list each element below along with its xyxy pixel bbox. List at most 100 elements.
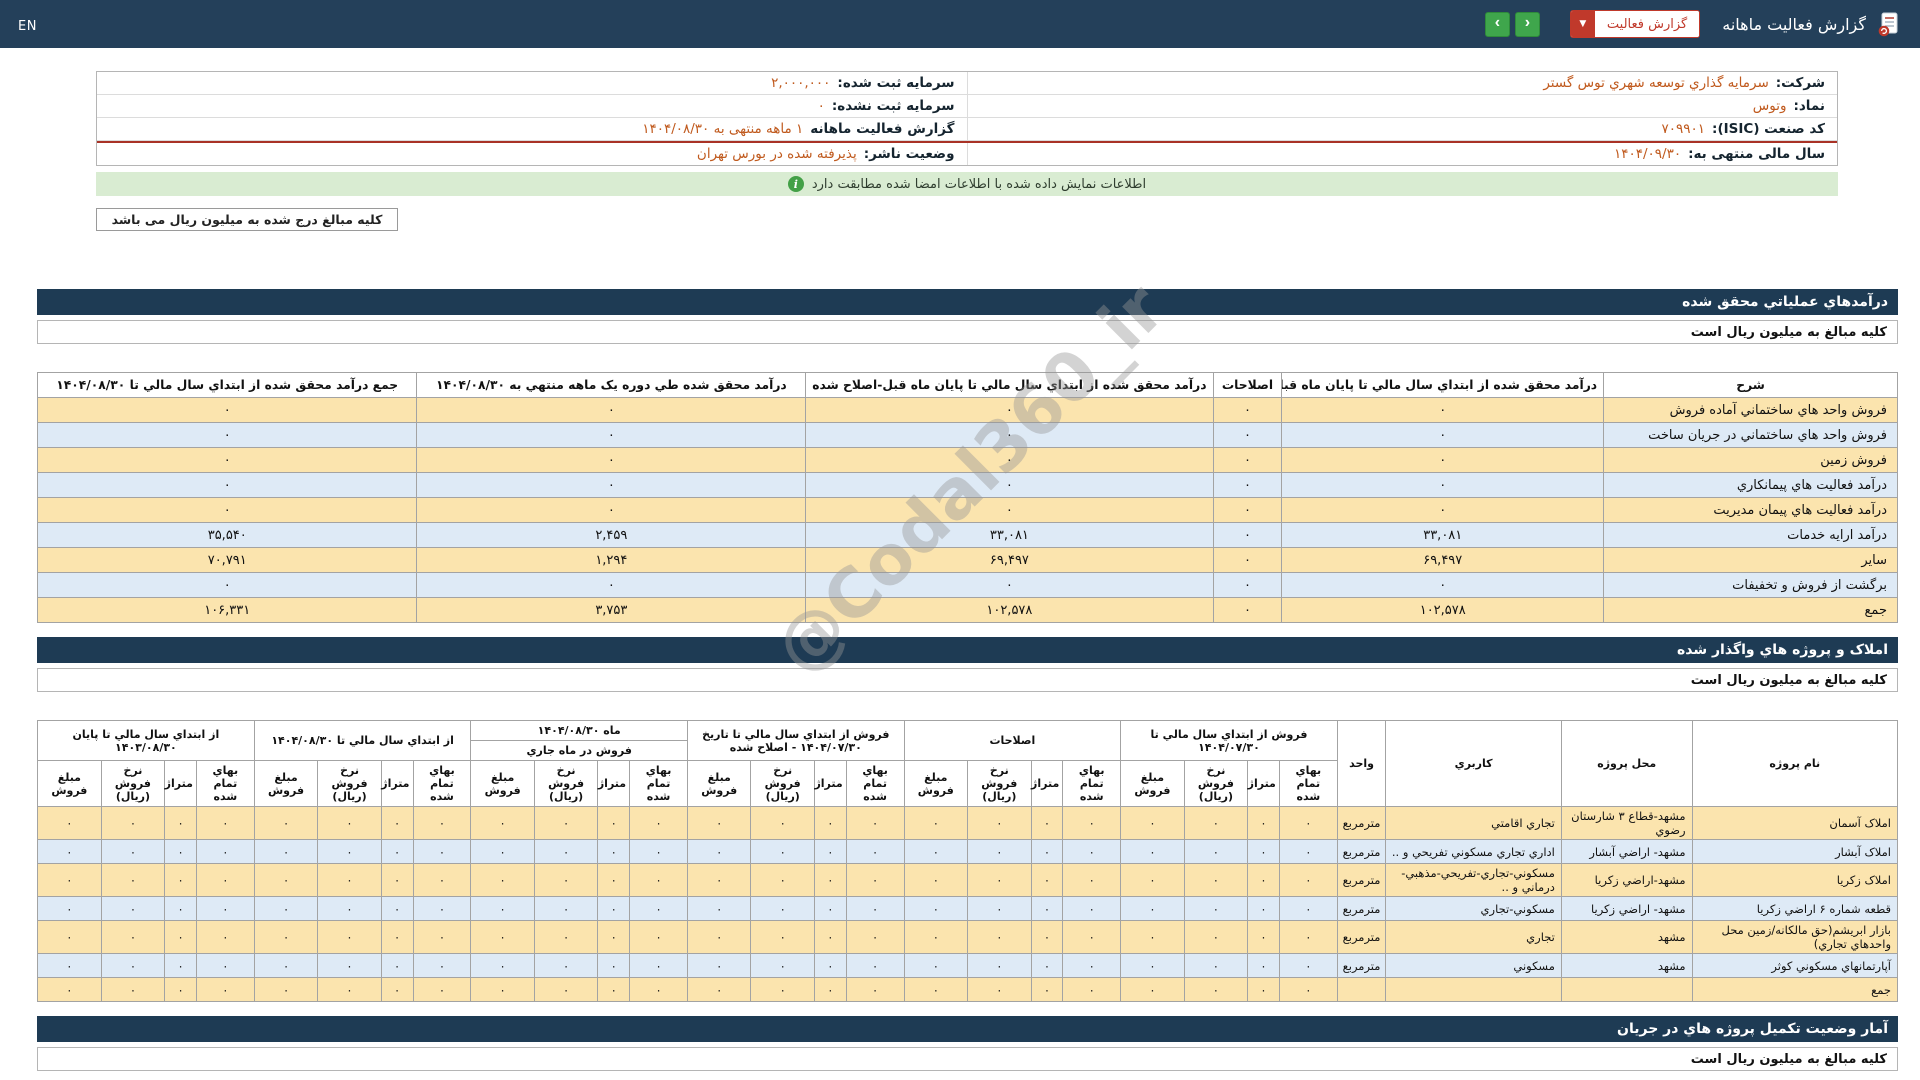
column-header: کاربري xyxy=(1386,721,1562,807)
column-subheader: نرخ فروش (ریال) xyxy=(318,761,381,807)
cell-value: ۰ xyxy=(165,954,197,978)
column-subheader: نرخ فروش (ریال) xyxy=(751,761,814,807)
cell-value: ۰ xyxy=(165,921,197,954)
cell-value: ۰ xyxy=(1063,864,1121,897)
cell-value: ۰ xyxy=(101,897,164,921)
cell-value: ۰ xyxy=(413,864,471,897)
table-row: املاک آسمانمشهد-قطاع ۳ شارستان رضويتجاري… xyxy=(38,807,1898,840)
cell-value: ۰ xyxy=(1184,954,1247,978)
cell-value: ۰ xyxy=(1184,897,1247,921)
previous-report-button[interactable]: ‹ xyxy=(1485,12,1510,37)
cell-value: ۶۹,۴۹۷ xyxy=(1282,548,1604,573)
field-label: کد صنعت (ISIC): xyxy=(1712,121,1825,137)
company-field: گزارش فعالیت ماهانه ۱ ماهه منتهی به ۱۴۰۴… xyxy=(97,118,968,140)
cell-value: ۰ xyxy=(751,978,814,1002)
cell-value: ۰ xyxy=(1279,864,1337,897)
cell-value: ۰ xyxy=(751,807,814,840)
report-navigation: ‹ › xyxy=(1485,12,1540,37)
table-row: املاک زکریامشهد-اراضي زکریامسکوني-تجاري-… xyxy=(38,864,1898,897)
cell-value: ۰ xyxy=(751,864,814,897)
cell-value: ۰ xyxy=(101,807,164,840)
project-name: آپارتمانهاي مسکوني کوثر xyxy=(1692,954,1897,978)
cell-value: ۰ xyxy=(38,573,417,598)
column-header: درآمد محقق شده طي دوره یک ماهه منتهي به … xyxy=(417,373,806,398)
table-row: درآمد فعالیت هاي پیمانکاري۰۰۰۰۰ xyxy=(38,473,1898,498)
transferred-properties-table: نام پروژهمحل پروژهکاربريواحدفروش از ابتد… xyxy=(37,720,1898,1002)
cell-value: ۰ xyxy=(417,473,806,498)
cell-value: ۰ xyxy=(630,807,688,840)
cell-value: ۰ xyxy=(1031,807,1063,840)
cell-value: ۰ xyxy=(1121,864,1184,897)
cell-value: ۰ xyxy=(1213,498,1282,523)
cell-value: ۰ xyxy=(806,423,1213,448)
cell-value: ۰ xyxy=(598,807,630,840)
cell-value: ۱۰۲,۵۷۸ xyxy=(806,598,1213,623)
cell-value: ۰ xyxy=(1248,921,1280,954)
cell-value: ۰ xyxy=(904,807,967,840)
cell-value: ۰ xyxy=(846,864,904,897)
cell-value: ۰ xyxy=(1184,807,1247,840)
info-icon: i xyxy=(788,176,804,192)
column-subheader: بهاي تمام شده xyxy=(630,761,688,807)
cell-value: ۰ xyxy=(806,398,1213,423)
table-row: آپارتمانهاي مسکوني کوثرمشهدمسکونيمترمربع… xyxy=(38,954,1898,978)
cell-value: ۰ xyxy=(254,840,317,864)
cell-value: ۰ xyxy=(413,954,471,978)
cell-value: ۰ xyxy=(687,897,750,921)
cell-value: ۰ xyxy=(101,954,164,978)
column-subheader: متراژ xyxy=(381,761,413,807)
cell-value: ۰ xyxy=(904,840,967,864)
table-row: قطعه شماره ۶ اراضي زکریامشهد- اراضي زکری… xyxy=(38,897,1898,921)
report-document-icon[interactable] xyxy=(1876,11,1902,37)
table-row: درآمد فعالیت هاي پیمان مدیریت۰۰۰۰۰ xyxy=(38,498,1898,523)
row-label: سایر xyxy=(1604,548,1898,573)
section-header-transferred-properties: املاک و پروژه هاي واگذار شده xyxy=(37,637,1898,663)
cell-value: ۰ xyxy=(471,978,534,1002)
cell-value: ۰ xyxy=(598,978,630,1002)
cell-value: ۰ xyxy=(534,864,597,897)
cell-value: ۰ xyxy=(806,448,1213,473)
cell-value: ۰ xyxy=(751,897,814,921)
project-unit: مترمربع xyxy=(1337,954,1386,978)
cell-value: ۰ xyxy=(1213,398,1282,423)
cell-value: ۰ xyxy=(196,978,254,1002)
table-row: بازار ابریشم(حق مالکانه/زمین محل واحدهاي… xyxy=(38,921,1898,954)
project-location xyxy=(1561,978,1692,1002)
cell-value: ۰ xyxy=(413,897,471,921)
page-title: گزارش فعالیت ماهانه xyxy=(1722,15,1866,34)
column-group-header: ماه ۱۴۰۴/۰۸/۳۰ xyxy=(471,721,688,741)
project-name: قطعه شماره ۶ اراضي زکریا xyxy=(1692,897,1897,921)
row-label: برگشت از فروش و تخفیفات xyxy=(1604,573,1898,598)
cell-value: ۰ xyxy=(968,840,1031,864)
cell-value: ۰ xyxy=(814,978,846,1002)
cell-value: ۰ xyxy=(1248,840,1280,864)
project-usage: تجاري xyxy=(1386,921,1562,954)
chevron-down-icon: ▼ xyxy=(1571,11,1595,37)
project-unit: مترمربع xyxy=(1337,897,1386,921)
cell-value: ۳,۷۵۳ xyxy=(417,598,806,623)
table-row: سایر۶۹,۴۹۷۰۶۹,۴۹۷۱,۲۹۴۷۰,۷۹۱ xyxy=(38,548,1898,573)
cell-value: ۰ xyxy=(968,978,1031,1002)
report-type-dropdown[interactable]: گزارش فعالیت ▼ xyxy=(1570,10,1700,38)
cell-value: ۰ xyxy=(1184,864,1247,897)
total-row: جمع۱۰۲,۵۷۸۰۱۰۲,۵۷۸۳,۷۵۳۱۰۶,۳۳۱ xyxy=(38,598,1898,623)
cell-value: ۰ xyxy=(904,954,967,978)
company-info-row: کد صنعت (ISIC): ۷۰۹۹۰۱ گزارش فعالیت ماها… xyxy=(97,118,1837,141)
cell-value: ۰ xyxy=(687,840,750,864)
cell-value: ۰ xyxy=(687,921,750,954)
cell-value: ۰ xyxy=(687,954,750,978)
column-subheader: نرخ فروش (ریال) xyxy=(101,761,164,807)
row-label: فروش واحد هاي ساختماني آماده فروش xyxy=(1604,398,1898,423)
column-header: درآمد محقق شده از ابتداي سال مالي تا پای… xyxy=(1282,373,1604,398)
cell-value: ۰ xyxy=(1282,448,1604,473)
cell-value: ۰ xyxy=(751,840,814,864)
field-value: پذیرفته شده در بورس تهران xyxy=(697,146,857,162)
next-report-button[interactable]: › xyxy=(1515,12,1540,37)
cell-value: ۰ xyxy=(814,864,846,897)
total-row: جمع۰۰۰۰۰۰۰۰۰۰۰۰۰۰۰۰۰۰۰۰۰۰۰۰ xyxy=(38,978,1898,1002)
cell-value: ۰ xyxy=(904,978,967,1002)
company-info-box: شرکت: سرمایه گذاري توسعه شهري توس گستر س… xyxy=(96,71,1838,166)
table-row: درآمد ارایه خدمات۳۳,۰۸۱۰۳۳,۰۸۱۲,۴۵۹۳۵,۵۴… xyxy=(38,523,1898,548)
language-toggle[interactable]: EN xyxy=(18,19,37,34)
field-label: گزارش فعالیت ماهانه xyxy=(810,121,954,137)
